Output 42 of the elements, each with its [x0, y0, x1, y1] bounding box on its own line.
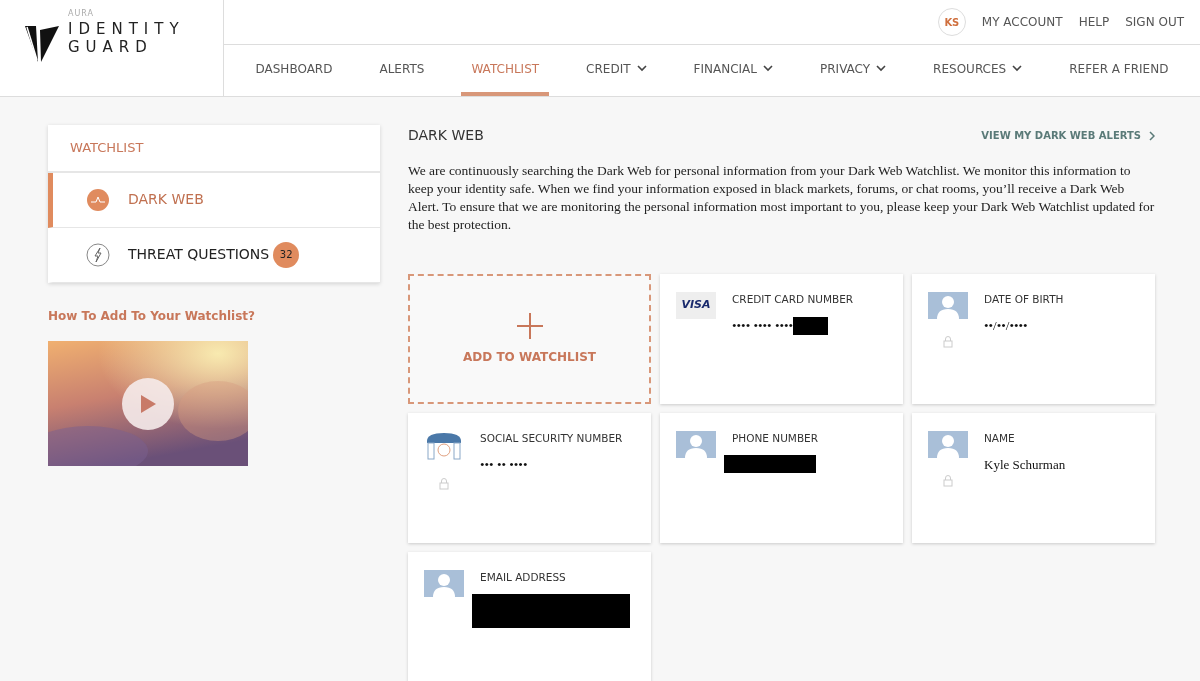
field-value: ••• •• ••••	[480, 455, 528, 474]
person-icon	[424, 570, 464, 597]
sidebar-item[interactable]: DARK WEB	[48, 172, 380, 228]
sidebar-item[interactable]: THREAT QUESTIONS 32	[48, 227, 380, 283]
header-link[interactable]: SIGN OUT	[1125, 13, 1184, 31]
nav-tab[interactable]: WATCHLIST	[461, 45, 550, 96]
nav-tab[interactable]: PRIVACY	[810, 45, 897, 96]
field-value: ••/••/••••	[984, 316, 1028, 335]
nav-tab[interactable]: RESOURCES	[923, 45, 1033, 96]
field-label: PHONE NUMBER	[732, 431, 820, 446]
count-badge: 32	[273, 241, 300, 268]
header-link[interactable]: HELP	[1078, 13, 1110, 31]
field-label: NAME	[984, 431, 1016, 446]
logo-text: IDENTITY	[68, 20, 185, 38]
sidebar-title: WATCHLIST	[48, 125, 380, 173]
person-icon	[928, 431, 968, 458]
view-alerts-link[interactable]: VIEW MY DARK WEB ALERTS	[981, 128, 1155, 143]
nav-tab[interactable]: DASHBOARD	[245, 45, 343, 96]
person-icon	[928, 292, 968, 319]
nav-tab[interactable]: CREDIT	[576, 45, 657, 96]
nav-tab[interactable]: REFER A FRIEND	[1059, 45, 1179, 96]
description-text: We are continuously searching the Dark Web for personal information from your Dark Web Watchlist. We monitor this information to keep your identity safe. When we find your information exposed in black markets, forums, or chat rooms, you’ll receive a Dark Web Alert. To ensure that we are monitoring the personal information most important to you, please keep your Dark Web Watchlist updated for the best protection.	[408, 162, 1155, 234]
telephone-icon	[424, 431, 464, 461]
plus-icon	[515, 312, 544, 340]
person-icon	[676, 431, 716, 458]
nav-tab[interactable]: ALERTS	[369, 45, 435, 96]
visa-logo: VISA	[676, 292, 716, 319]
brand-name: AURA	[68, 8, 96, 20]
chevron-right-icon	[1149, 130, 1155, 141]
field-label: CREDIT CARD NUMBER	[732, 292, 855, 307]
header-link[interactable]: MY ACCOUNT	[981, 13, 1063, 31]
field-label: EMAIL ADDRESS	[480, 570, 567, 585]
section-title: DARK WEB	[408, 126, 484, 145]
nav-tab[interactable]: FINANCIAL	[683, 45, 783, 96]
field-value: Kyle Schurman	[984, 455, 1066, 474]
logo-text: GUARD	[68, 38, 154, 56]
field-value: •••• •••• ••••	[732, 316, 794, 335]
wave-icon	[86, 187, 110, 212]
field-label: DATE OF BIRTH	[984, 292, 1065, 307]
field-label: SOCIAL SECURITY NUMBER	[480, 431, 624, 446]
bolt-icon	[86, 242, 110, 267]
play-icon	[139, 393, 157, 414]
